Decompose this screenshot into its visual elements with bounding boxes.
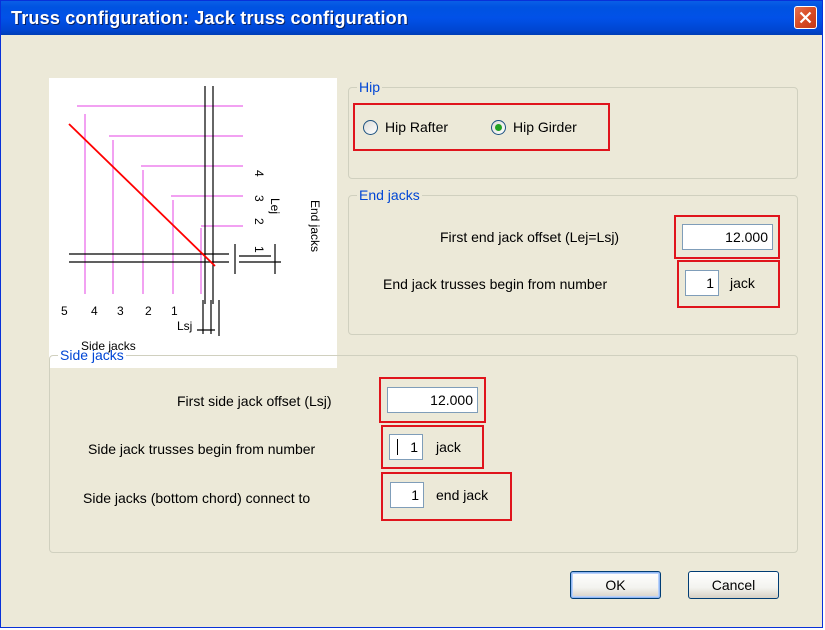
end-jacks-legend: End jacks xyxy=(359,187,420,203)
hip-rafter-label[interactable]: Hip Rafter xyxy=(385,119,448,135)
jack-truss-diagram: 4 3 2 1 Lej End jacks 5 4 3 2 1 Lsj Side… xyxy=(49,78,337,368)
end-jack-begin-input[interactable]: 1 xyxy=(685,270,719,296)
side-jack-number: 2 xyxy=(145,304,152,318)
hip-legend: Hip xyxy=(359,79,381,95)
end-jack-offset-input[interactable]: 12.000 xyxy=(682,224,773,250)
hip-girder-radio[interactable] xyxy=(491,120,506,135)
side-jack-connect-input[interactable]: 1 xyxy=(390,482,424,508)
side-jack-begin-input[interactable]: 1 xyxy=(389,434,423,460)
side-jack-connect-label: Side jacks (bottom chord) connect to xyxy=(83,490,311,506)
window-title: Truss configuration: Jack truss configur… xyxy=(11,8,409,28)
side-jack-number: 4 xyxy=(91,304,98,318)
close-icon xyxy=(799,11,812,24)
side-jack-connect-unit: end jack xyxy=(436,487,489,503)
hip-line xyxy=(68,123,216,267)
side-jack-lines xyxy=(84,114,202,294)
end-jack-begin-label: End jack trusses begin from number xyxy=(383,276,608,292)
end-jack-number: 2 xyxy=(252,218,266,225)
side-jacks-legend: Side jacks xyxy=(60,347,124,363)
side-jack-number: 1 xyxy=(171,304,178,318)
end-jack-offset-label: First end jack offset (Lej=Lsj) xyxy=(440,229,620,245)
lsj-label: Lsj xyxy=(177,319,192,333)
end-jacks-label: End jacks xyxy=(308,200,322,252)
side-jack-begin-value: 1 xyxy=(410,439,418,455)
end-jack-begin-unit: jack xyxy=(730,275,755,291)
ok-button[interactable]: OK xyxy=(570,571,661,599)
end-jack-number: 4 xyxy=(252,170,266,177)
title-bar[interactable]: Truss configuration: Jack truss configur… xyxy=(1,1,822,35)
side-jack-offset-input[interactable]: 12.000 xyxy=(387,387,478,413)
side-jack-number: 5 xyxy=(61,304,68,318)
end-jack-number: 3 xyxy=(252,195,266,202)
text-caret xyxy=(397,439,398,455)
end-jack-number: 1 xyxy=(252,246,266,253)
truss-config-dialog: Truss configuration: Jack truss configur… xyxy=(0,0,823,628)
dialog-body: 4 3 2 1 Lej End jacks 5 4 3 2 1 Lsj Side… xyxy=(4,35,819,624)
hip-girder-label[interactable]: Hip Girder xyxy=(513,119,577,135)
side-jack-offset-label: First side jack offset (Lsj) xyxy=(177,393,332,409)
jack-truss-diagram-drawing: 4 3 2 1 Lej End jacks 5 4 3 2 1 Lsj Side… xyxy=(61,86,322,353)
side-jack-begin-unit: jack xyxy=(436,439,461,455)
side-jack-number: 3 xyxy=(117,304,124,318)
hip-rafter-radio[interactable] xyxy=(363,120,378,135)
close-button[interactable] xyxy=(794,6,817,29)
wall-lines xyxy=(69,86,281,336)
cancel-button[interactable]: Cancel xyxy=(688,571,779,599)
end-jack-lines xyxy=(77,105,243,227)
radio-selected-dot xyxy=(495,124,502,131)
lej-label: Lej xyxy=(268,198,282,214)
side-jack-begin-label: Side jack trusses begin from number xyxy=(88,441,316,457)
